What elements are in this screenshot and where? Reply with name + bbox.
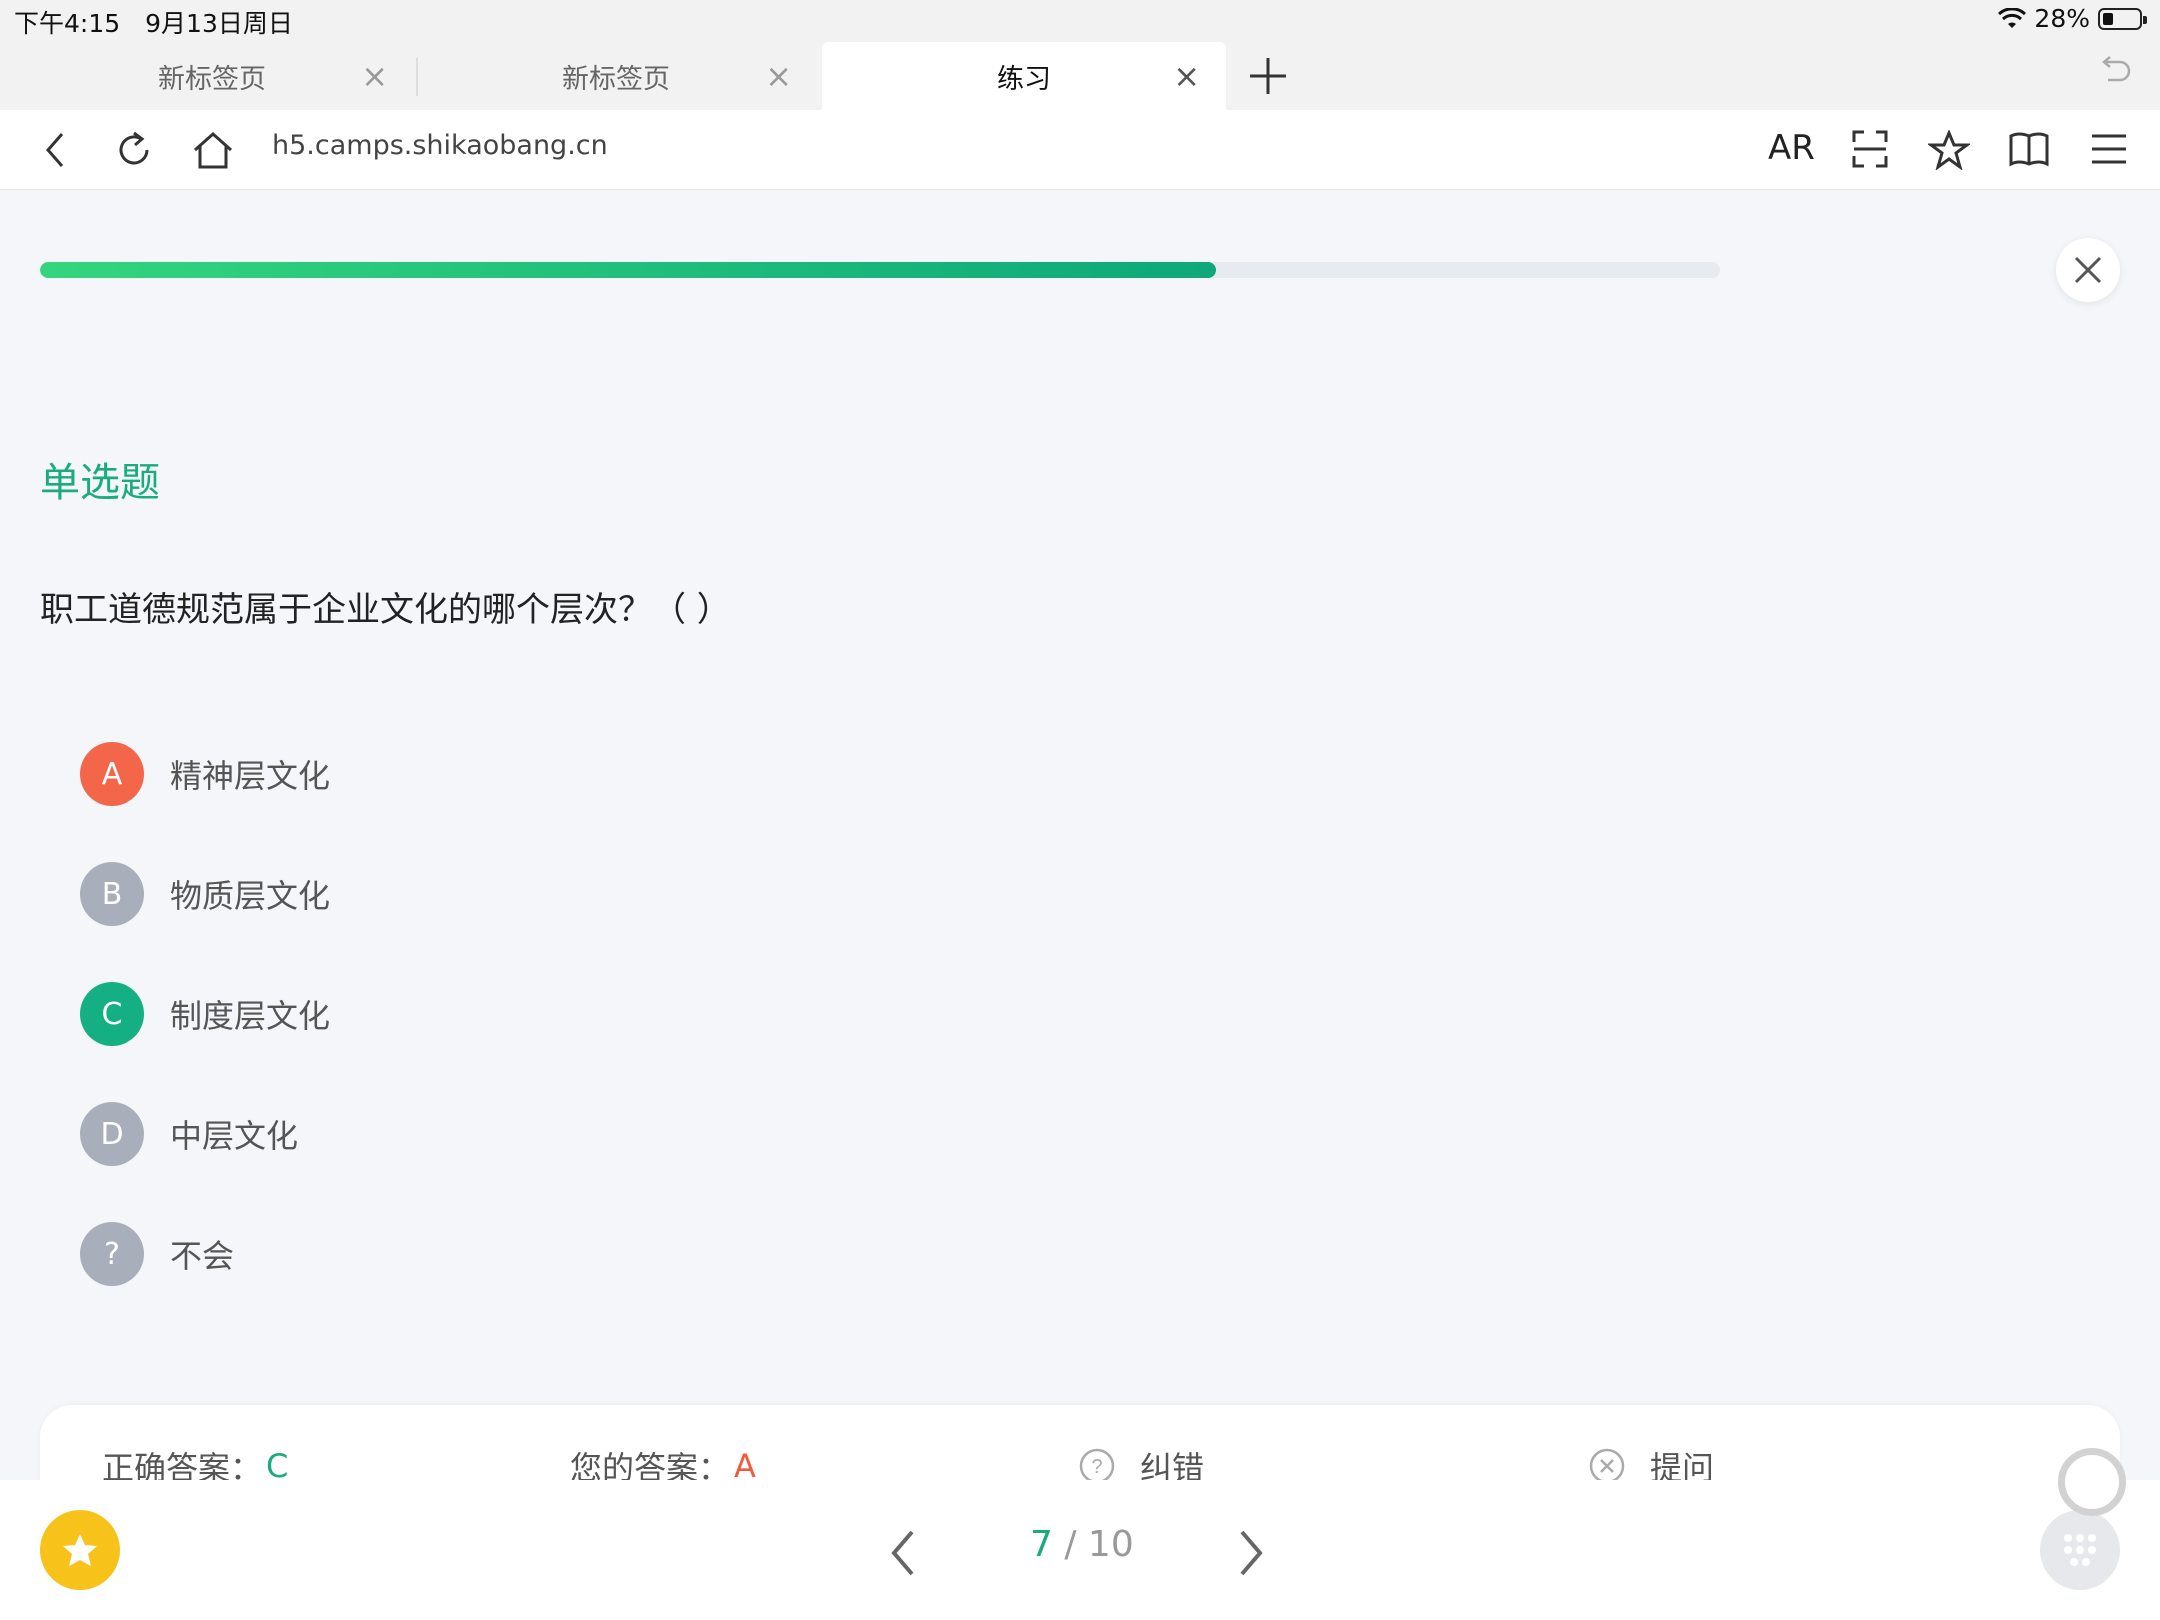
option-dont-know[interactable]: ? 不会 [80, 1222, 880, 1286]
option-badge: B [80, 862, 144, 926]
option-a[interactable]: A 精神层文化 [80, 742, 880, 806]
question-text: 职工道德规范属于企业文化的哪个层次？（ ） [40, 590, 731, 630]
next-question-icon[interactable] [1236, 1528, 1266, 1578]
progress-fill [40, 262, 1216, 278]
option-text: 精神层文化 [170, 757, 331, 795]
new-tab-plus-icon[interactable] [1248, 56, 1288, 96]
bookmark-star-icon[interactable] [1928, 130, 1970, 170]
tab-close-icon[interactable]: × [1173, 60, 1200, 92]
tab-newtab-2[interactable]: 新标签页 × [414, 42, 818, 110]
scan-icon[interactable] [1852, 130, 1888, 168]
status-right: 28% [1998, 4, 2147, 33]
home-icon[interactable] [192, 130, 234, 170]
tab-label: 新标签页 [562, 63, 670, 95]
tab-close-icon[interactable]: × [765, 60, 792, 92]
option-text: 物质层文化 [170, 877, 331, 915]
option-b[interactable]: B 物质层文化 [80, 862, 880, 926]
option-badge: ? [80, 1222, 144, 1286]
assistive-touch-button[interactable] [2058, 1448, 2126, 1516]
star-icon [63, 1534, 97, 1566]
answer-sheet-button[interactable] [2040, 1510, 2120, 1590]
page-current: 7 [1030, 1524, 1053, 1565]
tab-newtab-1[interactable]: 新标签页 × [10, 42, 414, 110]
page-indicator: 7 / 10 [1030, 1524, 1134, 1565]
option-text: 不会 [170, 1237, 235, 1275]
option-c[interactable]: C 制度层文化 [80, 982, 880, 1046]
reload-icon[interactable] [114, 130, 154, 170]
close-icon [2074, 256, 2102, 284]
page-separator: / [1052, 1524, 1088, 1565]
status-time: 下午4:15 9月13日周日 [14, 9, 293, 38]
wifi-icon [1998, 7, 2027, 28]
page-total: 10 [1087, 1524, 1134, 1565]
tab-strip: 新标签页 × 新标签页 × 练习 × [0, 40, 2160, 110]
option-badge: A [80, 742, 144, 806]
back-icon[interactable] [42, 130, 68, 170]
dots-grid-icon [2064, 1534, 2096, 1566]
tab-close-icon[interactable]: × [361, 60, 388, 92]
question-type-label: 单选题 [40, 460, 160, 506]
url-field[interactable]: h5.camps.shikaobang.cn [272, 130, 608, 161]
ar-button[interactable]: AR [1768, 128, 1815, 168]
reading-book-icon[interactable] [2008, 130, 2050, 168]
tab-practice[interactable]: 练习 × [822, 42, 1226, 110]
browser-toolbar: h5.camps.shikaobang.cn AR [0, 110, 2160, 190]
option-text: 中层文化 [170, 1117, 299, 1155]
bottom-bar: 7 / 10 [0, 1480, 2160, 1620]
undo-close-tab-icon[interactable] [2098, 56, 2132, 86]
previous-question-icon[interactable] [888, 1528, 918, 1578]
battery-percent: 28% [2034, 4, 2090, 33]
option-badge: D [80, 1102, 144, 1166]
close-button[interactable] [2056, 238, 2120, 302]
tab-label: 新标签页 [158, 63, 266, 95]
status-bar: 下午4:15 9月13日周日 28% [0, 0, 2160, 40]
menu-icon[interactable] [2090, 130, 2128, 168]
favorite-button[interactable] [40, 1510, 120, 1590]
tab-label: 练习 [997, 63, 1051, 95]
battery-icon [2098, 7, 2147, 30]
option-text: 制度层文化 [170, 997, 331, 1035]
option-badge: C [80, 982, 144, 1046]
progress-bar [40, 262, 1720, 278]
option-d[interactable]: D 中层文化 [80, 1102, 880, 1166]
svg-text:?: ? [1091, 1456, 1102, 1478]
